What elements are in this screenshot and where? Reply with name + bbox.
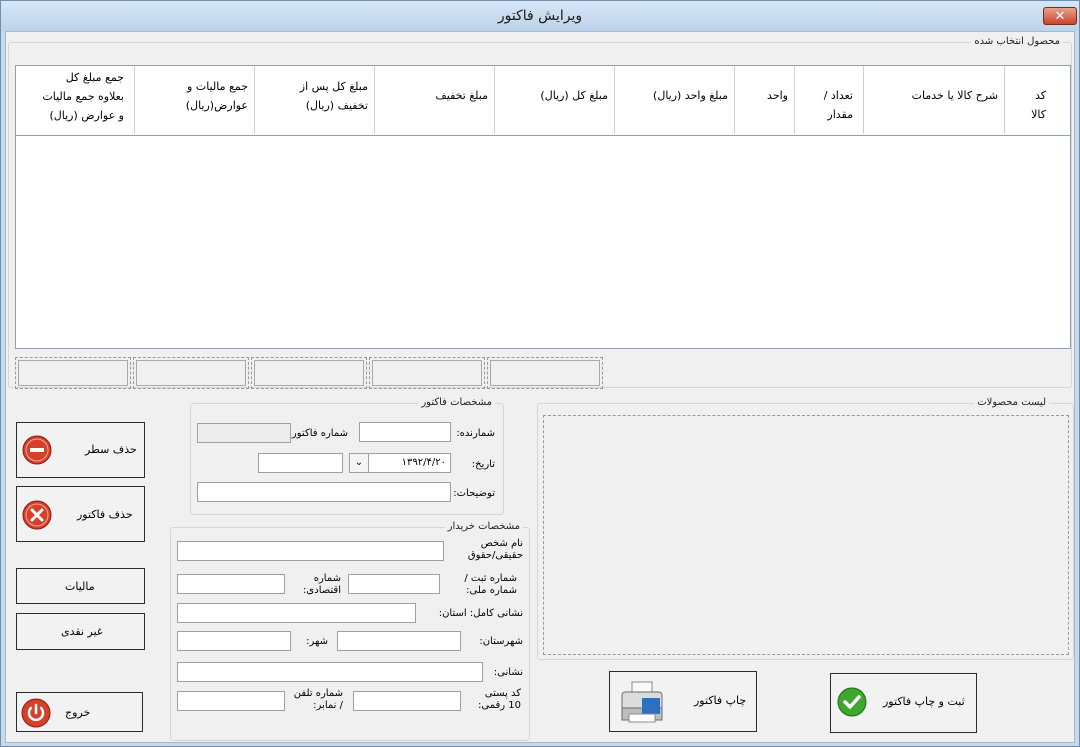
col-grand-total-label: جمع مبلغ کل بعلاوه جمع مالیات و عوارض (ر… bbox=[42, 71, 124, 122]
col-quantity: تعداد / مقدار bbox=[794, 66, 863, 134]
registration-input[interactable] bbox=[348, 574, 440, 594]
postal-code-input[interactable] bbox=[353, 691, 461, 711]
selected-products-group: محصول انتخاب شده کد کالا شرح کالا یا خدم… bbox=[8, 36, 1072, 389]
col-unit-label: واحد bbox=[767, 89, 788, 102]
print-invoice-button[interactable]: چاپ فاکتور bbox=[609, 671, 757, 732]
invoice-number-label: شماره فاکتور: bbox=[288, 428, 348, 439]
tax-button[interactable]: مالیات bbox=[16, 568, 145, 604]
tax-label: مالیات bbox=[65, 580, 95, 593]
col-unit: واحد bbox=[734, 66, 794, 134]
minus-circle-icon bbox=[22, 435, 52, 465]
notes-input[interactable] bbox=[197, 482, 451, 502]
delete-invoice-button[interactable]: حذف فاکتور bbox=[16, 486, 145, 542]
chevron-down-icon: ⌄ bbox=[354, 457, 364, 468]
col-discount: مبلغ تخفیف bbox=[374, 66, 494, 134]
sum-box-total bbox=[487, 357, 603, 389]
window-title: ویرایش فاکتور bbox=[497, 8, 583, 24]
col-unit-price: مبلغ واحد (ریال) bbox=[614, 66, 734, 134]
save-print-button[interactable]: ثبت و چاپ فاکتور bbox=[830, 673, 977, 733]
exit-button[interactable]: خروج bbox=[16, 692, 143, 732]
phone-label: شماره تلفن / نمابر: bbox=[293, 688, 343, 711]
x-circle-icon bbox=[22, 500, 52, 530]
col-code: کد کالا bbox=[1004, 66, 1054, 134]
exit-label: خروج bbox=[65, 706, 91, 719]
buyer-name-label: نام شخص حقیقی/حقوق bbox=[467, 538, 523, 561]
province-input[interactable] bbox=[177, 603, 416, 623]
client-area: محصول انتخاب شده کد کالا شرح کالا یا خدم… bbox=[5, 31, 1075, 743]
printer-icon bbox=[621, 681, 663, 723]
invoice-number-input bbox=[197, 423, 291, 443]
address-input[interactable] bbox=[177, 662, 483, 682]
postal-code-label: کد پستی 10 رقمی: bbox=[477, 688, 521, 711]
city-input[interactable] bbox=[177, 631, 291, 651]
city-label: شهر: bbox=[306, 636, 328, 647]
col-unit-price-label: مبلغ واحد (ریال) bbox=[653, 89, 728, 102]
county-label: شهرستان: bbox=[479, 636, 523, 647]
sum-box-grand-total bbox=[15, 357, 131, 389]
serial-input[interactable] bbox=[359, 422, 451, 442]
products-table[interactable]: کد کالا شرح کالا یا خدمات تعداد / مقدار … bbox=[15, 65, 1071, 349]
save-print-label: ثبت و چاپ فاکتور bbox=[883, 695, 965, 708]
col-code-label: کد کالا bbox=[1031, 89, 1046, 121]
province-label: نشانی کامل: استان: bbox=[438, 608, 523, 619]
sum-box-discount bbox=[369, 357, 485, 389]
close-button[interactable]: ✕ bbox=[1043, 7, 1077, 25]
non-cash-button[interactable]: غیر نقدی bbox=[16, 613, 145, 650]
invoice-info-caption: مشخصات فاکتور bbox=[418, 397, 495, 408]
table-header: کد کالا شرح کالا یا خدمات تعداد / مقدار … bbox=[16, 66, 1070, 136]
col-total-label: مبلغ کل (ریال) bbox=[540, 89, 608, 102]
date-value: ۱۳۹۲/۴/۲۰ bbox=[401, 457, 446, 468]
col-tax: جمع مالیات و عوارض(ریال) bbox=[134, 66, 254, 134]
sum-box-tax bbox=[133, 357, 249, 389]
title-bar: ویرایش فاکتور ✕ bbox=[1, 1, 1079, 31]
check-icon bbox=[837, 687, 867, 717]
date-dropdown-button[interactable]: ⌄ bbox=[349, 453, 369, 473]
sum-box-after-discount bbox=[251, 357, 367, 389]
app-window: ویرایش فاکتور ✕ محصول انتخاب شده کد کالا… bbox=[0, 0, 1080, 747]
col-quantity-label: تعداد / مقدار bbox=[823, 89, 853, 121]
non-cash-label: غیر نقدی bbox=[61, 625, 103, 638]
col-discount-label: مبلغ تخفیف bbox=[435, 89, 488, 102]
buyer-info-caption: مشخصات خریدار bbox=[444, 521, 523, 532]
col-after-discount-label: مبلغ کل پس از تخفیف (ریال) bbox=[299, 80, 368, 112]
serial-label: شمارنده: bbox=[456, 428, 495, 439]
col-grand-total: جمع مبلغ کل بعلاوه جمع مالیات و عوارض (ر… bbox=[16, 66, 134, 134]
col-description: شرح کالا یا خدمات bbox=[863, 66, 1004, 134]
col-total: مبلغ کل (ریال) bbox=[494, 66, 614, 134]
economic-code-input[interactable] bbox=[177, 574, 285, 594]
delete-row-label: حذف سطر bbox=[85, 443, 137, 456]
products-list-group: لیست محصولات bbox=[537, 397, 1074, 660]
county-input[interactable] bbox=[337, 631, 461, 651]
col-description-label: شرح کالا یا خدمات bbox=[911, 89, 998, 102]
invoice-info-group: مشخصات فاکتور شمارنده: شماره فاکتور: تار… bbox=[190, 397, 504, 515]
delete-invoice-label: حذف فاکتور bbox=[77, 508, 133, 521]
print-invoice-label: چاپ فاکتور bbox=[694, 694, 747, 707]
economic-code-label: شماره اقتصادی: bbox=[303, 573, 341, 596]
phone-input[interactable] bbox=[177, 691, 285, 711]
products-list-caption: لیست محصولات bbox=[974, 397, 1049, 408]
notes-label: توضیحات: bbox=[453, 488, 495, 499]
time-input[interactable] bbox=[258, 453, 343, 473]
col-tax-label: جمع مالیات و عوارض(ریال) bbox=[185, 80, 248, 112]
address-label: نشانی: bbox=[493, 667, 523, 678]
registration-label: شماره ثبت / شماره ملی: bbox=[464, 573, 517, 596]
date-label: تاریخ: bbox=[471, 459, 495, 470]
products-list[interactable] bbox=[543, 415, 1069, 655]
buyer-name-input[interactable] bbox=[177, 541, 444, 561]
col-after-discount: مبلغ کل پس از تخفیف (ریال) bbox=[254, 66, 374, 134]
delete-row-button[interactable]: حذف سطر bbox=[16, 422, 145, 478]
selected-products-caption: محصول انتخاب شده bbox=[971, 36, 1063, 47]
power-icon bbox=[21, 698, 51, 728]
buyer-info-group: مشخصات خریدار نام شخص حقیقی/حقوق شماره ث… bbox=[170, 521, 530, 741]
